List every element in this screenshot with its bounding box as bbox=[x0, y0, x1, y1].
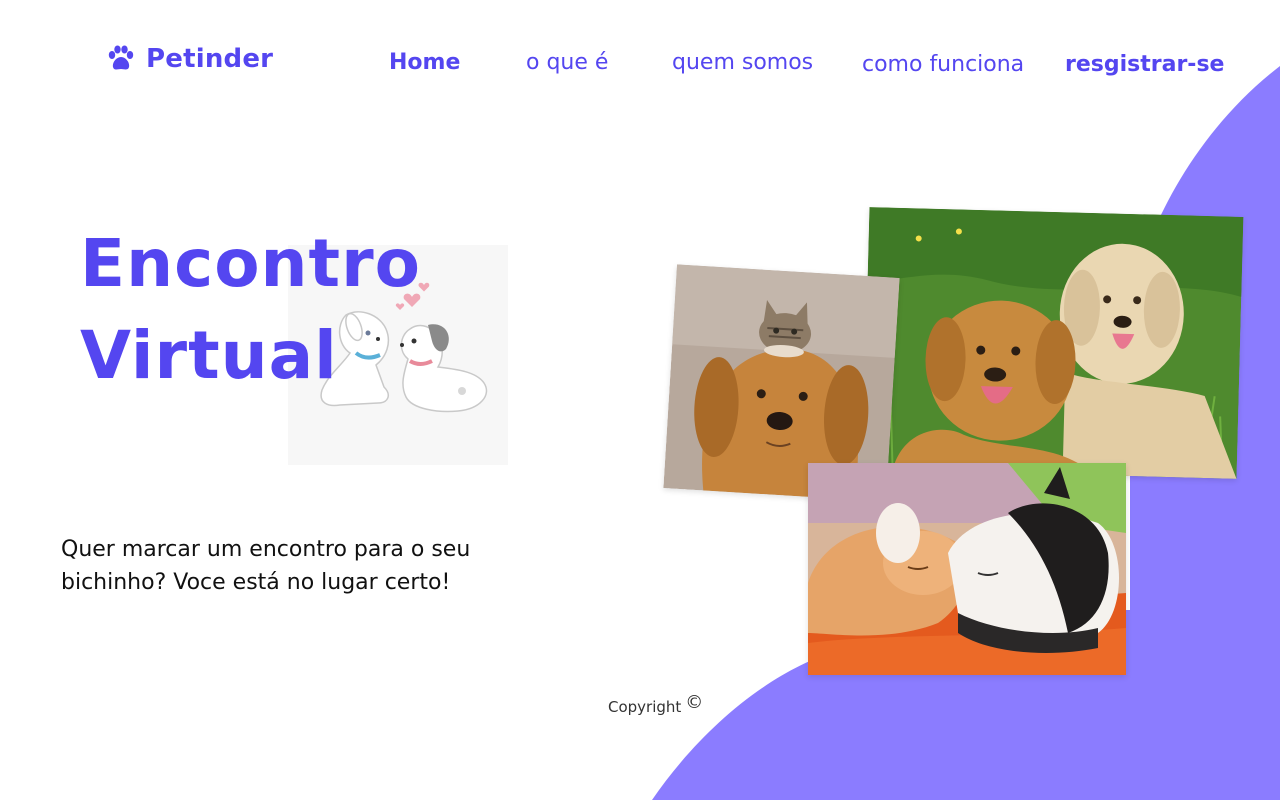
nav-como-funciona[interactable]: como funciona bbox=[862, 52, 1024, 77]
paw-icon bbox=[106, 44, 136, 74]
hero-title-line-1: Encontro bbox=[80, 225, 421, 302]
photo-cats-hugging bbox=[808, 463, 1126, 675]
nav-quem-somos[interactable]: quem somos bbox=[672, 50, 813, 75]
nav-home[interactable]: Home bbox=[389, 50, 460, 75]
nav-register[interactable]: resgistrar-se bbox=[1065, 52, 1224, 77]
copyright-symbol: © bbox=[685, 692, 704, 713]
nav-o-que-e[interactable]: o que é bbox=[526, 50, 608, 75]
copyright-label: Copyright bbox=[608, 698, 682, 716]
copyright-notice: Copyright © bbox=[608, 692, 704, 717]
photo-golden-retrievers bbox=[862, 207, 1244, 479]
brand-name: Petinder bbox=[146, 44, 274, 74]
hero-title: Encontro Virtual bbox=[80, 218, 421, 402]
hero-title-line-2: Virtual bbox=[80, 317, 338, 394]
brand-logo[interactable]: Petinder bbox=[106, 44, 273, 74]
hero-description: Quer marcar um encontro para o seu bichi… bbox=[61, 537, 471, 595]
